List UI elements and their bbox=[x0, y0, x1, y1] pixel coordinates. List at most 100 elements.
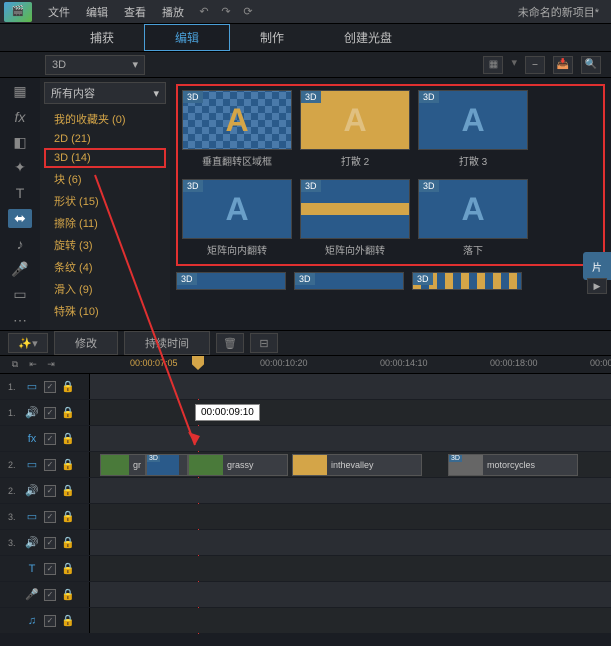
fx-room-icon[interactable]: fx bbox=[8, 107, 32, 126]
track-lock-icon[interactable]: 🔒 bbox=[61, 406, 75, 420]
import-icon[interactable]: 📥 bbox=[553, 56, 573, 74]
track-header[interactable]: T ✓ 🔒 bbox=[0, 556, 90, 581]
thumb-item[interactable]: 3DA 垂直翻转区域框 bbox=[182, 90, 292, 171]
track-visible-checkbox[interactable]: ✓ bbox=[44, 615, 56, 627]
filter-dropdown[interactable]: 3D ▾ bbox=[45, 55, 145, 75]
tab-disc[interactable]: 创建光盘 bbox=[314, 25, 422, 50]
track-lock-icon[interactable]: 🔒 bbox=[61, 614, 75, 628]
goto-start-icon[interactable]: ⇤ bbox=[26, 358, 40, 372]
track-header[interactable]: ♫ ✓ 🔒 bbox=[0, 608, 90, 633]
sidebar-item-favorites[interactable]: 我的收藏夹 (0) bbox=[44, 108, 166, 130]
size-slider-icon[interactable]: ⎯ bbox=[525, 56, 545, 74]
play-button[interactable]: ▶ bbox=[587, 278, 607, 294]
particle-room-icon[interactable]: ✦ bbox=[8, 158, 32, 177]
track-content[interactable] bbox=[90, 582, 611, 607]
track-visible-checkbox[interactable]: ✓ bbox=[44, 381, 56, 393]
menu-view[interactable]: 查看 bbox=[116, 4, 154, 20]
track-lock-icon[interactable]: 🔒 bbox=[61, 562, 75, 576]
track-visible-checkbox[interactable]: ✓ bbox=[44, 485, 56, 497]
goto-end-icon[interactable]: ⇥ bbox=[44, 358, 58, 372]
delete-button[interactable]: 🗑 bbox=[216, 333, 244, 353]
chapter-room-icon[interactable]: ▭ bbox=[8, 285, 32, 304]
timeline-clip[interactable]: 3D bbox=[146, 454, 188, 476]
thumb-item[interactable]: 3D bbox=[412, 272, 522, 290]
thumb-item[interactable]: 3D bbox=[176, 272, 286, 290]
more-button[interactable]: ⊟ bbox=[250, 333, 278, 353]
thumb-item[interactable]: 3D bbox=[294, 272, 404, 290]
sidebar-item-special[interactable]: 特殊 (10) bbox=[44, 300, 166, 322]
track-visible-checkbox[interactable]: ✓ bbox=[44, 537, 56, 549]
audio-room-icon[interactable]: ♪ bbox=[8, 234, 32, 253]
timeline-clip[interactable]: gr bbox=[100, 454, 146, 476]
track-content[interactable] bbox=[90, 504, 611, 529]
track-content[interactable] bbox=[90, 608, 611, 633]
track-lock-icon[interactable]: 🔒 bbox=[61, 510, 75, 524]
modify-button[interactable]: 修改 bbox=[54, 331, 118, 355]
track-content[interactable] bbox=[90, 478, 611, 503]
timeline-clip[interactable]: inthevalley bbox=[292, 454, 422, 476]
track-content[interactable] bbox=[90, 400, 611, 425]
track-lock-icon[interactable]: 🔒 bbox=[61, 588, 75, 602]
track-content[interactable]: gr3D grassy inthevalley 3D motorcycles bbox=[90, 452, 611, 477]
track-header[interactable]: 🎤 ✓ 🔒 bbox=[0, 582, 90, 607]
thumb-item[interactable]: 3DA 落下 bbox=[418, 179, 528, 260]
thumb-item[interactable]: 3DA 矩阵向内翻转 bbox=[182, 179, 292, 260]
track-visible-checkbox[interactable]: ✓ bbox=[44, 589, 56, 601]
track-content[interactable] bbox=[90, 556, 611, 581]
thumb-item[interactable]: 3D 矩阵向外翻转 bbox=[300, 179, 410, 260]
sidebar-header[interactable]: 所有内容 ▾ bbox=[44, 82, 166, 104]
sidebar-item-slide[interactable]: 滑入 (9) bbox=[44, 278, 166, 300]
media-room-icon[interactable]: ▦ bbox=[8, 82, 32, 101]
search-icon[interactable]: 🔍 bbox=[581, 56, 601, 74]
track-visible-checkbox[interactable]: ✓ bbox=[44, 511, 56, 523]
voice-room-icon[interactable]: 🎤 bbox=[8, 260, 32, 279]
track-header[interactable]: 3. 🔊 ✓ 🔒 bbox=[0, 530, 90, 555]
track-content[interactable] bbox=[90, 374, 611, 399]
track-header[interactable]: 3. ▭ ✓ 🔒 bbox=[0, 504, 90, 529]
duration-button[interactable]: 持续时间 bbox=[124, 331, 210, 355]
sidebar-item-2d[interactable]: 2D (21) bbox=[44, 130, 166, 148]
undo-icon[interactable]: ↶ bbox=[196, 4, 212, 20]
track-lock-icon[interactable]: 🔒 bbox=[61, 458, 75, 472]
thumb-item[interactable]: 3DA 打散 3 bbox=[418, 90, 528, 171]
sidebar-item-wipe[interactable]: 擦除 (11) bbox=[44, 212, 166, 234]
sidebar-item-block[interactable]: 块 (6) bbox=[44, 168, 166, 190]
transition-room-icon[interactable]: ⬌ bbox=[8, 209, 32, 228]
track-header[interactable]: 1. 🔊 ✓ 🔒 bbox=[0, 400, 90, 425]
track-visible-checkbox[interactable]: ✓ bbox=[44, 459, 56, 471]
timeline-clip[interactable]: grassy bbox=[188, 454, 288, 476]
track-visible-checkbox[interactable]: ✓ bbox=[44, 563, 56, 575]
reload-icon[interactable]: ⟳ bbox=[240, 4, 256, 20]
timeline-ruler[interactable]: ⧉ ⇤ ⇥ 00:00:07:0500:00:10:2000:00:14:100… bbox=[0, 356, 611, 374]
menu-play[interactable]: 播放 bbox=[154, 4, 192, 20]
track-lock-icon[interactable]: 🔒 bbox=[61, 484, 75, 498]
sidebar-item-3d[interactable]: 3D (14) bbox=[44, 148, 166, 168]
track-content[interactable] bbox=[90, 530, 611, 555]
unlink-icon[interactable]: ⧉ bbox=[8, 358, 22, 372]
track-lock-icon[interactable]: 🔒 bbox=[61, 536, 75, 550]
ruler[interactable]: 00:00:07:0500:00:10:2000:00:14:1000:00:1… bbox=[90, 356, 611, 374]
subtitle-room-icon[interactable]: ⋯ bbox=[8, 311, 32, 330]
menu-edit[interactable]: 编辑 bbox=[78, 4, 116, 20]
track-header[interactable]: 2. 🔊 ✓ 🔒 bbox=[0, 478, 90, 503]
track-header[interactable]: fx ✓ 🔒 bbox=[0, 426, 90, 451]
track-lock-icon[interactable]: 🔒 bbox=[61, 380, 75, 394]
magic-tool-button[interactable]: ✨▾ bbox=[8, 333, 48, 353]
track-visible-checkbox[interactable]: ✓ bbox=[44, 433, 56, 445]
sidebar-item-rotate[interactable]: 旋转 (3) bbox=[44, 234, 166, 256]
pip-room-icon[interactable]: ◧ bbox=[8, 133, 32, 152]
redo-icon[interactable]: ↷ bbox=[218, 4, 234, 20]
track-header[interactable]: 2. ▭ ✓ 🔒 bbox=[0, 452, 90, 477]
title-room-icon[interactable]: T bbox=[8, 184, 32, 203]
track-content[interactable] bbox=[90, 426, 611, 451]
timeline-clip[interactable]: 3D motorcycles bbox=[448, 454, 578, 476]
sidebar-item-shape[interactable]: 形状 (15) bbox=[44, 190, 166, 212]
sidebar-item-stripe[interactable]: 条纹 (4) bbox=[44, 256, 166, 278]
tab-capture[interactable]: 捕获 bbox=[60, 25, 144, 50]
tab-produce[interactable]: 制作 bbox=[230, 25, 314, 50]
track-visible-checkbox[interactable]: ✓ bbox=[44, 407, 56, 419]
track-header[interactable]: 1. ▭ ✓ 🔒 bbox=[0, 374, 90, 399]
tab-edit[interactable]: 编辑 bbox=[144, 24, 230, 51]
grid-view-icon[interactable]: ▦ bbox=[483, 56, 503, 74]
thumb-item[interactable]: 3DA 打散 2 bbox=[300, 90, 410, 171]
